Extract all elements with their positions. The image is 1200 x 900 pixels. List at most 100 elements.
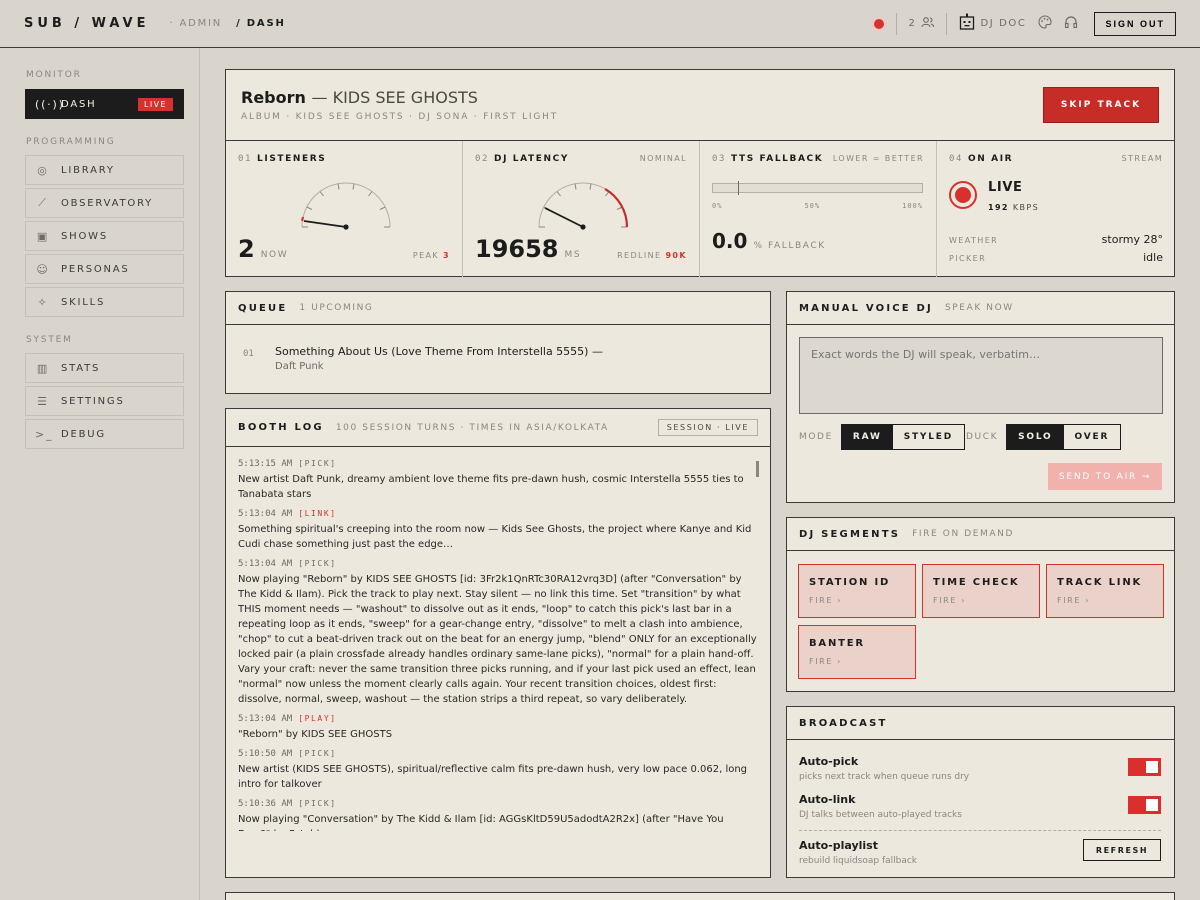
breadcrumb-admin[interactable]: · ADMIN	[170, 18, 223, 29]
sidebar-item-shows[interactable]: ▣ SHOWS	[25, 221, 184, 251]
telescope-icon: ⟋	[38, 196, 48, 209]
segment-track-link-button[interactable]: TRACK LINK FIRE ›	[1046, 564, 1164, 618]
segment-station-id-button[interactable]: STATION ID FIRE ›	[798, 564, 916, 618]
auto-link-toggle[interactable]	[1128, 796, 1161, 814]
segments-title: DJ SEGMENTS	[799, 528, 901, 540]
brand-logo[interactable]: SUB / WAVE	[24, 16, 150, 31]
log-entry: 5:13:04 AM [PLAY] "Reborn" by KIDS SEE GH…	[238, 714, 393, 740]
listeners-peak: PEAK 3	[412, 251, 450, 260]
auto-playlist-row: Auto-playlist rebuild liquidsoap fallbac…	[799, 839, 1161, 866]
users-icon	[920, 16, 934, 32]
booth-log-subtitle: 100 SESSION TURNS · TIMES IN ASIA/KOLKAT…	[335, 422, 609, 433]
duck-control: DUCK SOLO OVER	[966, 424, 1122, 450]
manual-voice-dj-panel: MANUAL VOICE DJ SPEAK NOW MODE RAW STYLE…	[786, 291, 1175, 503]
skip-track-button[interactable]: SKIP TRACK	[1043, 87, 1159, 123]
now-playing-title: Reborn — KIDS SEE GHOSTS	[241, 88, 478, 107]
log-entry: 5:10:50 AM [PICK] New artist (KIDS SEE GH…	[238, 749, 748, 790]
session-live-button[interactable]: SESSION · LIVE	[657, 419, 758, 436]
auto-pick-row: Auto-pick picks next track when queue ru…	[799, 755, 1161, 782]
sidebar-item-label: SETTINGS	[61, 395, 125, 407]
queue-item-artist: Daft Punk	[275, 361, 324, 372]
mode-styled-button[interactable]: STYLED	[892, 425, 964, 449]
dj-name[interactable]: DJ DOC	[981, 18, 1027, 29]
sidebar-item-personas[interactable]: ☺ PERSONAS	[25, 254, 184, 284]
mode-toggle: RAW STYLED	[840, 424, 965, 450]
voice-dj-subtitle: SPEAK NOW	[944, 303, 1014, 313]
queue-item[interactable]: 01 Something About Us (Love Theme From I…	[243, 345, 603, 372]
broadcast-icon: ((·))	[35, 97, 65, 111]
tts-fallback-bar	[712, 181, 923, 195]
sidebar-item-library[interactable]: ◎ LIBRARY	[25, 155, 184, 185]
sidebar-item-stats[interactable]: ▥ STATS	[25, 353, 184, 383]
latency-gauge	[538, 182, 629, 230]
segment-time-check-button[interactable]: TIME CHECK FIRE ›	[922, 564, 1040, 618]
mode-raw-button[interactable]: RAW	[841, 425, 893, 449]
sidebar-item-skills[interactable]: ✧ SKILLS	[25, 287, 184, 317]
duck-over-button[interactable]: OVER	[1063, 425, 1121, 449]
sign-out-button[interactable]: SIGN OUT	[1094, 11, 1176, 36]
voice-dj-script-input[interactable]	[799, 337, 1163, 414]
sparkle-icon: ✧	[37, 295, 49, 309]
broadcast-panel: BROADCAST Auto-pick picks next track whe…	[786, 706, 1175, 878]
sidebar-section-system: SYSTEM	[26, 335, 73, 345]
recording-indicator-icon	[873, 18, 884, 29]
headphones-icon[interactable]	[1064, 15, 1078, 33]
sliders-icon: ☰	[37, 394, 49, 408]
listener-count: 2	[908, 18, 917, 29]
sidebar-item-debug[interactable]: >_ DEBUG	[25, 419, 184, 449]
mask-icon: ☺	[36, 262, 50, 276]
calendar-icon: ▣	[36, 229, 50, 243]
track-artist: — KIDS SEE GHOSTS	[311, 88, 478, 107]
bottom-panel	[225, 892, 1175, 900]
picker-row: PICKER idle	[949, 251, 1163, 264]
palette-icon[interactable]	[1038, 14, 1053, 33]
sidebar-item-dash[interactable]: ((·)) DASH LIVE	[25, 89, 184, 119]
track-meta: ALBUM · KIDS SEE GHOSTS · DJ SONA · FIRS…	[241, 112, 558, 122]
metrics-row: 01 LISTENERS 2 NOW PEAK 3 02 DJ LATENCY NOM…	[226, 140, 1175, 277]
sidebar-item-label: DASH	[61, 98, 97, 110]
sidebar-section-monitor: MONITOR	[26, 70, 82, 80]
latency-status: NOMINAL	[639, 154, 687, 163]
sidebar: MONITOR ((·)) DASH LIVE PROGRAMMING ◎ LI…	[0, 48, 200, 900]
queue-item-title: Something About Us (Love Theme From Inte…	[275, 345, 603, 358]
sidebar-item-label: LIBRARY	[61, 164, 115, 176]
booth-log-list[interactable]: 5:13:15 AM [PICK] New artist Daft Punk, d…	[238, 459, 758, 831]
tts-scale: 0% 50% 100%	[712, 202, 923, 210]
duck-solo-button[interactable]: SOLO	[1007, 425, 1064, 449]
log-entry: 5:13:04 AM [LINK] Something spiritual's c…	[238, 509, 752, 550]
sidebar-item-label: SHOWS	[61, 230, 108, 242]
sidebar-item-label: PERSONAS	[61, 263, 130, 275]
sidebar-section-programming: PROGRAMMING	[26, 137, 116, 147]
track-title: Reborn	[241, 88, 306, 107]
queue-count: 1 UPCOMING	[299, 303, 374, 313]
booth-log-title: BOOTH LOG	[238, 422, 324, 433]
now-playing-panel: Reborn — KIDS SEE GHOSTS ALBUM · KIDS SE…	[225, 69, 1175, 277]
live-badge: LIVE	[138, 97, 173, 111]
stream-bitrate: 192 KBPS	[988, 203, 1040, 212]
sidebar-item-observatory[interactable]: ⟋ OBSERVATORY	[25, 188, 184, 218]
duck-toggle: SOLO OVER	[1006, 424, 1122, 450]
sidebar-item-label: SKILLS	[61, 296, 106, 308]
refresh-playlist-button[interactable]: REFRESH	[1083, 839, 1161, 861]
booth-log-panel: BOOTH LOG 100 SESSION TURNS · TIMES IN A…	[225, 408, 771, 878]
metric-on-air: 04 ON AIR STREAM LIVE 192 KBPS WEATHER st…	[949, 154, 1163, 264]
queue-panel: QUEUE 1 UPCOMING 01 Something About Us (…	[225, 291, 771, 394]
voice-dj-title: MANUAL VOICE DJ	[799, 302, 933, 314]
tts-value: 0.0% FALLBACK	[712, 229, 826, 253]
robot-icon	[959, 13, 975, 35]
queue-title: QUEUE	[238, 302, 288, 314]
auto-link-row: Auto-link DJ talks between auto-played t…	[799, 793, 1161, 820]
latency-value: 19658 MS	[475, 235, 582, 263]
listeners-gauge	[301, 182, 391, 230]
stream-tag: STREAM	[1121, 154, 1163, 163]
log-entry: 5:10:36 AM [PICK] Now playing "Conversati…	[238, 799, 724, 831]
metric-tts-fallback: 03 TTS FALLBACK LOWER = BETTER 0% 50% 100…	[700, 141, 937, 277]
sidebar-item-label: OBSERVATORY	[61, 197, 154, 209]
sidebar-item-label: STATS	[61, 362, 101, 374]
weather-row: WEATHER stormy 28°	[949, 233, 1163, 246]
sidebar-item-settings[interactable]: ☰ SETTINGS	[25, 386, 184, 416]
auto-pick-toggle[interactable]	[1128, 758, 1161, 776]
send-to-air-button[interactable]: SEND TO AIR →	[1048, 463, 1162, 490]
segment-banter-button[interactable]: BANTER FIRE ›	[798, 625, 916, 679]
log-entry: 5:13:15 AM [PICK] New artist Daft Punk, d…	[238, 459, 744, 500]
